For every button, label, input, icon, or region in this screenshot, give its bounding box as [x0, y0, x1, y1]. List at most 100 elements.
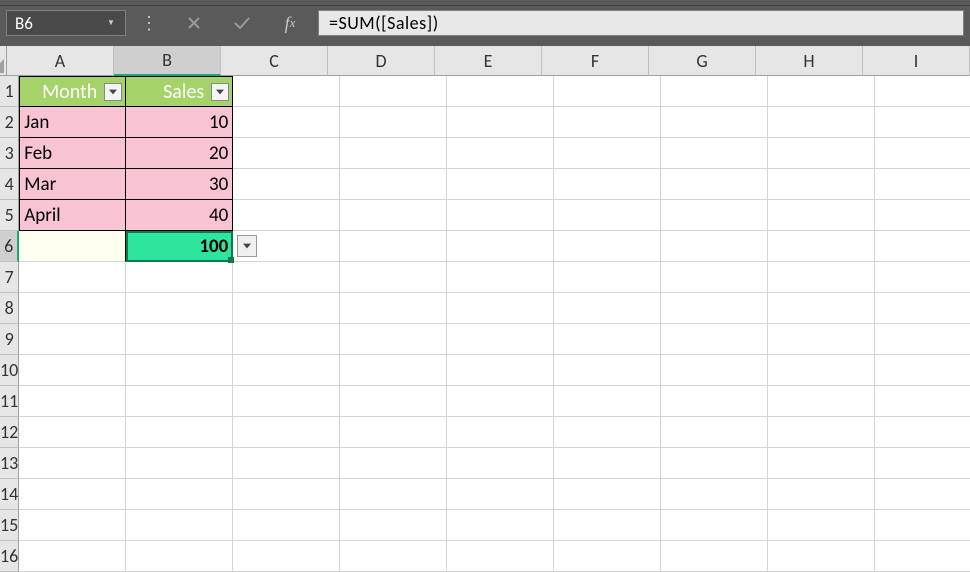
cell-G3[interactable] — [661, 138, 768, 169]
cell-H4[interactable] — [768, 169, 875, 200]
cell-H1[interactable] — [768, 76, 875, 107]
cell-I2[interactable] — [875, 107, 970, 138]
cell-E2[interactable] — [447, 107, 554, 138]
cell-G9[interactable] — [661, 324, 768, 355]
cell-E7[interactable] — [447, 262, 554, 293]
cell-I4[interactable] — [875, 169, 970, 200]
cell-F4[interactable] — [554, 169, 661, 200]
column-header-I[interactable]: I — [863, 46, 970, 76]
cell-D5[interactable] — [340, 200, 447, 231]
cell-A2[interactable]: Jan — [19, 107, 126, 138]
cell-F12[interactable] — [554, 417, 661, 448]
row-header-4[interactable]: 4 — [0, 169, 19, 200]
cell-F10[interactable] — [554, 355, 661, 386]
cell-E8[interactable] — [447, 293, 554, 324]
cell-D14[interactable] — [340, 479, 447, 510]
cell-E1[interactable] — [447, 76, 554, 107]
cell-H16[interactable] — [768, 541, 875, 572]
cell-C14[interactable] — [233, 479, 340, 510]
cell-D7[interactable] — [340, 262, 447, 293]
row-header-13[interactable]: 13 — [0, 448, 19, 479]
vertical-dots-icon[interactable]: ⋮ — [134, 12, 166, 34]
cell-H2[interactable] — [768, 107, 875, 138]
cell-E13[interactable] — [447, 448, 554, 479]
row-header-12[interactable]: 12 — [0, 417, 19, 448]
cell-H6[interactable] — [768, 231, 875, 262]
cell-G1[interactable] — [661, 76, 768, 107]
cell-E5[interactable] — [447, 200, 554, 231]
cell-D6[interactable] — [340, 231, 447, 262]
cell-H8[interactable] — [768, 293, 875, 324]
cell-B1[interactable]: Sales — [126, 76, 233, 107]
row-header-9[interactable]: 9 — [0, 324, 19, 355]
row-header-10[interactable]: 10 — [0, 355, 19, 386]
cell-H10[interactable] — [768, 355, 875, 386]
cell-D3[interactable] — [340, 138, 447, 169]
cell-F2[interactable] — [554, 107, 661, 138]
cell-C11[interactable] — [233, 386, 340, 417]
cell-D12[interactable] — [340, 417, 447, 448]
column-header-A[interactable]: A — [7, 46, 114, 76]
cell-H7[interactable] — [768, 262, 875, 293]
filter-dropdown-button[interactable] — [104, 83, 122, 101]
cell-H5[interactable] — [768, 200, 875, 231]
table-total-dropdown-button[interactable] — [237, 235, 257, 257]
row-header-5[interactable]: 5 — [0, 200, 19, 231]
column-header-F[interactable]: F — [542, 46, 649, 76]
cell-G6[interactable] — [661, 231, 768, 262]
cell-D9[interactable] — [340, 324, 447, 355]
cell-D16[interactable] — [340, 541, 447, 572]
select-all-corner[interactable] — [0, 46, 7, 76]
cell-I11[interactable] — [875, 386, 970, 417]
cell-E16[interactable] — [447, 541, 554, 572]
column-header-E[interactable]: E — [435, 46, 542, 76]
cell-E9[interactable] — [447, 324, 554, 355]
cell-H15[interactable] — [768, 510, 875, 541]
cell-A1[interactable]: Month — [19, 76, 126, 107]
column-header-H[interactable]: H — [756, 46, 863, 76]
cell-G4[interactable] — [661, 169, 768, 200]
cell-B13[interactable] — [126, 448, 233, 479]
cell-B16[interactable] — [126, 541, 233, 572]
cell-F6[interactable] — [554, 231, 661, 262]
cell-D4[interactable] — [340, 169, 447, 200]
cell-I9[interactable] — [875, 324, 970, 355]
cell-D10[interactable] — [340, 355, 447, 386]
cell-G16[interactable] — [661, 541, 768, 572]
cell-C9[interactable] — [233, 324, 340, 355]
cell-C16[interactable] — [233, 541, 340, 572]
cell-E15[interactable] — [447, 510, 554, 541]
cell-B9[interactable] — [126, 324, 233, 355]
cell-C4[interactable] — [233, 169, 340, 200]
cell-A12[interactable] — [19, 417, 126, 448]
cell-G10[interactable] — [661, 355, 768, 386]
column-header-C[interactable]: C — [221, 46, 328, 76]
cell-C8[interactable] — [233, 293, 340, 324]
cell-C3[interactable] — [233, 138, 340, 169]
cell-I14[interactable] — [875, 479, 970, 510]
cell-B2[interactable]: 10 — [126, 107, 233, 138]
name-box[interactable]: B6 ▼ — [6, 10, 126, 36]
cell-E10[interactable] — [447, 355, 554, 386]
row-header-15[interactable]: 15 — [0, 510, 19, 541]
cell-B10[interactable] — [126, 355, 233, 386]
cell-G11[interactable] — [661, 386, 768, 417]
cell-D1[interactable] — [340, 76, 447, 107]
cell-I5[interactable] — [875, 200, 970, 231]
formula-input[interactable]: =SUM([Sales]) — [318, 10, 964, 36]
cell-A6[interactable] — [19, 231, 126, 262]
row-header-7[interactable]: 7 — [0, 262, 19, 293]
cell-H3[interactable] — [768, 138, 875, 169]
cell-A9[interactable] — [19, 324, 126, 355]
cell-E11[interactable] — [447, 386, 554, 417]
filter-dropdown-button[interactable] — [211, 83, 229, 101]
row-header-14[interactable]: 14 — [0, 479, 19, 510]
cell-G15[interactable] — [661, 510, 768, 541]
cell-I7[interactable] — [875, 262, 970, 293]
cell-E6[interactable] — [447, 231, 554, 262]
cell-D15[interactable] — [340, 510, 447, 541]
cell-B6[interactable]: 100 — [126, 231, 233, 262]
row-header-1[interactable]: 1 — [0, 76, 19, 107]
cancel-formula-button[interactable] — [174, 10, 214, 36]
cell-G12[interactable] — [661, 417, 768, 448]
